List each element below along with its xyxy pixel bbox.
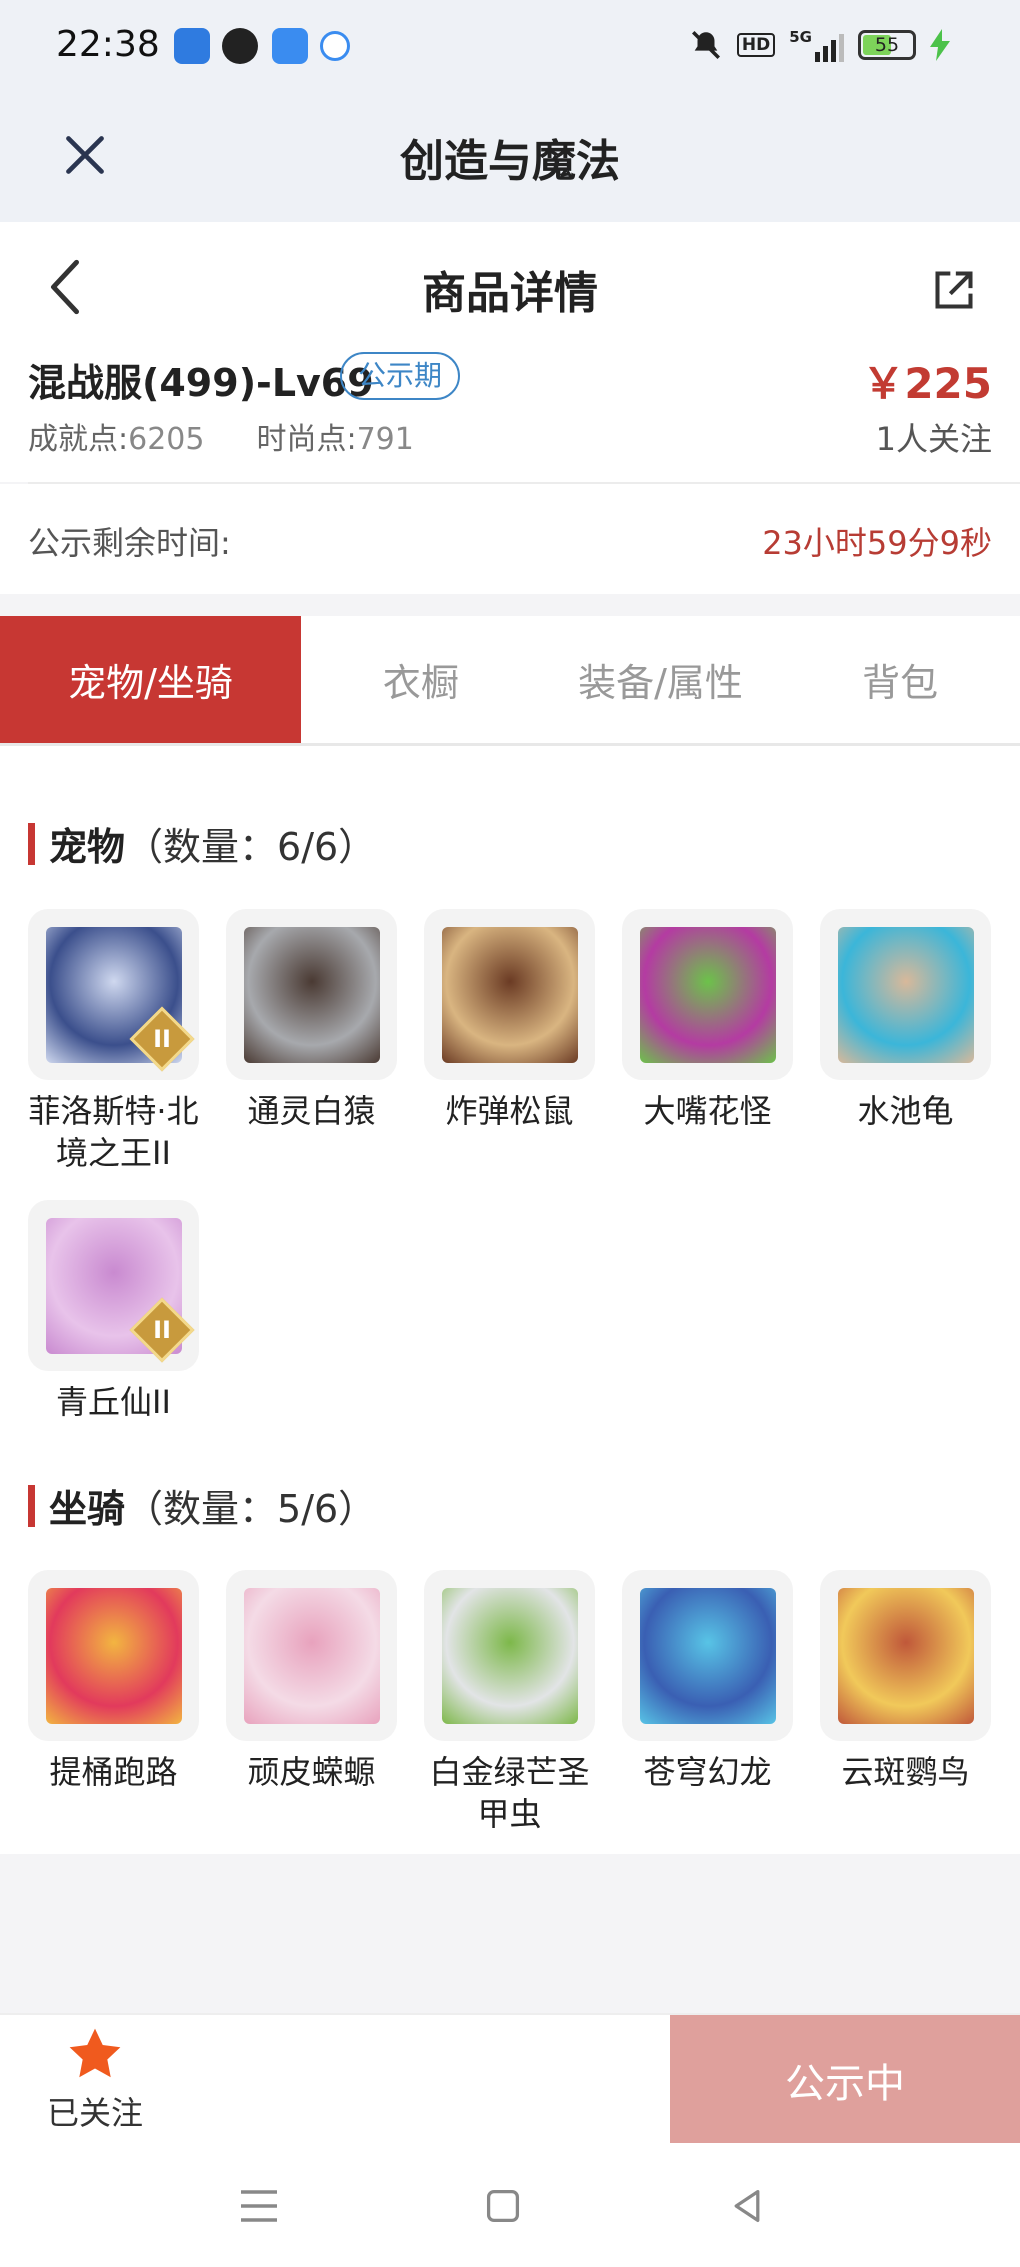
- tab-bar: 宠物/坐骑 衣橱 装备/属性 背包: [0, 616, 1020, 746]
- item-image: [639, 1587, 776, 1724]
- item-card[interactable]: 水池龟: [820, 909, 991, 1174]
- item-thumbnail: II: [28, 1200, 199, 1371]
- item-thumbnail: [424, 1570, 595, 1741]
- status-time: 22:38: [56, 24, 160, 65]
- tab-equipment[interactable]: 装备/属性: [541, 616, 781, 743]
- item-name: 水池龟: [857, 1092, 954, 1130]
- item-card[interactable]: 云斑鹦鸟: [820, 1570, 991, 1835]
- item-thumbnail: [622, 909, 793, 1080]
- follow-button[interactable]: 已关注: [0, 2015, 190, 2145]
- system-nav-bar: [0, 2143, 1020, 2267]
- item-card[interactable]: 大嘴花怪: [622, 909, 793, 1174]
- follow-label: 已关注: [46, 2094, 143, 2132]
- charging-icon: [930, 29, 950, 61]
- watchers-count: 1人关注: [875, 420, 992, 458]
- product-stats: 成就点:6205 时尚点:791: [28, 422, 414, 457]
- item-card[interactable]: II 菲洛斯特·北境之王II: [28, 909, 199, 1174]
- item-image: [441, 1587, 578, 1724]
- item-card[interactable]: 提桶跑路: [28, 1570, 199, 1835]
- item-image: [837, 926, 974, 1063]
- status-bar: 22:38 HD 5G 55: [0, 0, 1020, 95]
- remaining-time-row: 公示剩余时间: 23小时59分9秒: [0, 484, 1020, 594]
- mounts-grid: 提桶跑路 顽皮蝾螈 白金绿芒圣甲虫 苍穹幻龙 云斑鹦鸟: [28, 1570, 992, 1835]
- files-icon: [272, 28, 308, 64]
- item-name: 提桶跑路: [49, 1753, 178, 1791]
- item-image: [243, 1587, 380, 1724]
- page-title: 商品详情: [422, 268, 598, 319]
- item-image: [639, 926, 776, 1063]
- item-thumbnail: [820, 1570, 991, 1741]
- star-icon: [69, 2028, 121, 2078]
- fashion-value: 791: [356, 422, 414, 457]
- item-thumbnail: [820, 909, 991, 1080]
- back-nav-icon[interactable]: [722, 2181, 772, 2231]
- item-card[interactable]: 炸弹松鼠: [424, 909, 595, 1174]
- item-image: [45, 1587, 182, 1724]
- home-icon[interactable]: [478, 2181, 528, 2231]
- item-card[interactable]: 顽皮蝾螈: [226, 1570, 397, 1835]
- item-thumbnail: [226, 1570, 397, 1741]
- remaining-time-label: 公示剩余时间:: [28, 524, 231, 562]
- menu-icon[interactable]: [234, 2181, 284, 2231]
- item-thumbnail: [28, 1570, 199, 1741]
- status-button[interactable]: 公示中: [670, 2015, 1020, 2145]
- hd-badge: HD: [736, 33, 776, 57]
- item-thumbnail: [226, 909, 397, 1080]
- product-price: ￥225: [862, 359, 992, 408]
- mute-bell-icon: [691, 30, 720, 60]
- item-name: 大嘴花怪: [643, 1092, 772, 1130]
- item-name: 顽皮蝾螈: [247, 1753, 376, 1791]
- item-name: 白金绿芒圣甲虫: [429, 1753, 590, 1833]
- tab-pets-mounts[interactable]: 宠物/坐骑: [0, 616, 301, 743]
- item-name: 菲洛斯特·北境之王II: [28, 1092, 199, 1172]
- battery-icon: 55: [858, 30, 916, 60]
- item-name: 通灵白猿: [247, 1092, 376, 1130]
- bottom-action-bar: 已关注 公示中: [0, 2013, 1020, 2145]
- app-notification-icon: [174, 28, 210, 64]
- tab-backpack[interactable]: 背包: [780, 616, 1020, 743]
- wechat-icon: [222, 28, 258, 64]
- item-card[interactable]: 白金绿芒圣甲虫: [424, 1570, 595, 1835]
- item-card[interactable]: II 青丘仙II: [28, 1200, 199, 1423]
- remaining-time-value: 23小时59分9秒: [762, 524, 992, 562]
- achievement-value: 6205: [128, 422, 205, 457]
- product-header: 商品详情 混战服(499)-Lv69 公示期 ￥225 成就点:6205 时尚点:…: [0, 222, 1020, 484]
- search-app-icon: [320, 31, 350, 61]
- item-image: [441, 926, 578, 1063]
- item-name: 苍穹幻龙: [643, 1753, 772, 1791]
- pets-section-title: 宠物 （数量：6/6）: [28, 816, 376, 871]
- item-image: [243, 926, 380, 1063]
- item-card[interactable]: 通灵白猿: [226, 909, 397, 1174]
- share-icon[interactable]: [924, 260, 984, 320]
- item-thumbnail: II: [28, 909, 199, 1080]
- signal-icon: 5G: [789, 28, 844, 62]
- product-name: 混战服(499)-Lv69: [28, 361, 374, 405]
- item-name: 云斑鹦鸟: [841, 1753, 970, 1791]
- tab-content: 宠物 （数量：6/6） II 菲洛斯特·北境之王II 通灵白猿 炸弹松鼠 大嘴花怪 水池龟 I…: [0, 746, 1020, 1854]
- item-image: [837, 1587, 974, 1724]
- item-thumbnail: [424, 909, 595, 1080]
- status-badge: 公示期: [340, 352, 461, 400]
- item-thumbnail: [622, 1570, 793, 1741]
- tab-wardrobe[interactable]: 衣橱: [301, 616, 541, 743]
- item-card[interactable]: 苍穹幻龙: [622, 1570, 793, 1835]
- mini-program-title: 创造与魔法: [400, 136, 620, 187]
- item-name: 青丘仙II: [56, 1383, 171, 1421]
- mounts-section-title: 坐骑 （数量：5/6）: [28, 1478, 376, 1533]
- pets-grid: II 菲洛斯特·北境之王II 通灵白猿 炸弹松鼠 大嘴花怪 水池龟 II 青丘仙II: [28, 909, 992, 1423]
- item-name: 炸弹松鼠: [445, 1092, 574, 1130]
- mini-program-bar: 创造与魔法: [0, 95, 1020, 222]
